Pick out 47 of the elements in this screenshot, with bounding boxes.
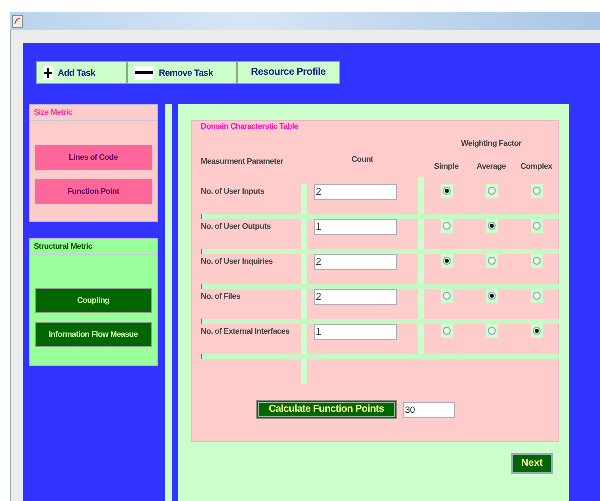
panel-title: Structural Metric [30,239,157,255]
radio-button[interactable] [488,187,496,195]
column-header: Measurment Parameter [201,157,284,166]
radio-button[interactable] [442,257,450,265]
calculate-button[interactable]: Calculate Function Points [256,400,398,419]
count-field[interactable]: 2 [314,289,397,305]
panel-title: Domain Characterstic Table [201,122,300,131]
radio-button[interactable] [488,222,496,230]
radio-button[interactable] [532,327,540,335]
parameter-label: No. of User Inputs [201,186,266,197]
radio-button[interactable] [488,292,496,300]
count-field[interactable]: 1 [314,324,397,340]
toolbar-button[interactable]: Remove Task [127,61,237,84]
radio-button[interactable] [488,257,496,265]
next-button[interactable]: Next [511,453,553,474]
metric-button[interactable]: Information Flow Measue [35,322,152,347]
column-header: Weighting Factor [461,139,522,148]
count-field[interactable]: 2 [314,254,397,270]
metric-button[interactable]: Coupling [35,288,152,313]
radio-button[interactable] [442,327,450,335]
toolbar-button[interactable]: Add Task [36,61,127,84]
column-header: Complex [520,162,552,171]
parameter-label: No. of User Outputs [201,221,272,232]
minus-icon [134,66,154,80]
parameter-label: No. of Files [201,291,242,302]
radio-button[interactable] [532,187,540,195]
radio-button[interactable] [532,257,540,265]
panel-title: Size Metric [30,105,157,121]
radio-button[interactable] [442,187,450,195]
plus-icon [43,66,53,80]
radio-button[interactable] [442,292,450,300]
count-field[interactable]: 1 [314,219,397,235]
radio-button[interactable] [488,327,496,335]
result-field[interactable]: 30 [403,402,456,418]
radio-button[interactable] [442,222,450,230]
radio-button[interactable] [532,222,540,230]
app-icon [12,14,23,28]
column-header: Count [352,155,374,164]
radio-button[interactable] [532,292,540,300]
metric-button[interactable]: Function Point [35,179,152,204]
parameter-label: No. of External Interfaces [201,326,291,337]
column-header: Average [476,162,506,171]
toolbar-button[interactable]: Resource Profile [237,61,340,84]
column-header: Simple [434,162,459,171]
parameter-label: No. of User Inquiries [201,256,274,267]
count-field[interactable]: 2 [314,184,397,200]
metric-button[interactable]: Lines of Code [35,145,152,170]
